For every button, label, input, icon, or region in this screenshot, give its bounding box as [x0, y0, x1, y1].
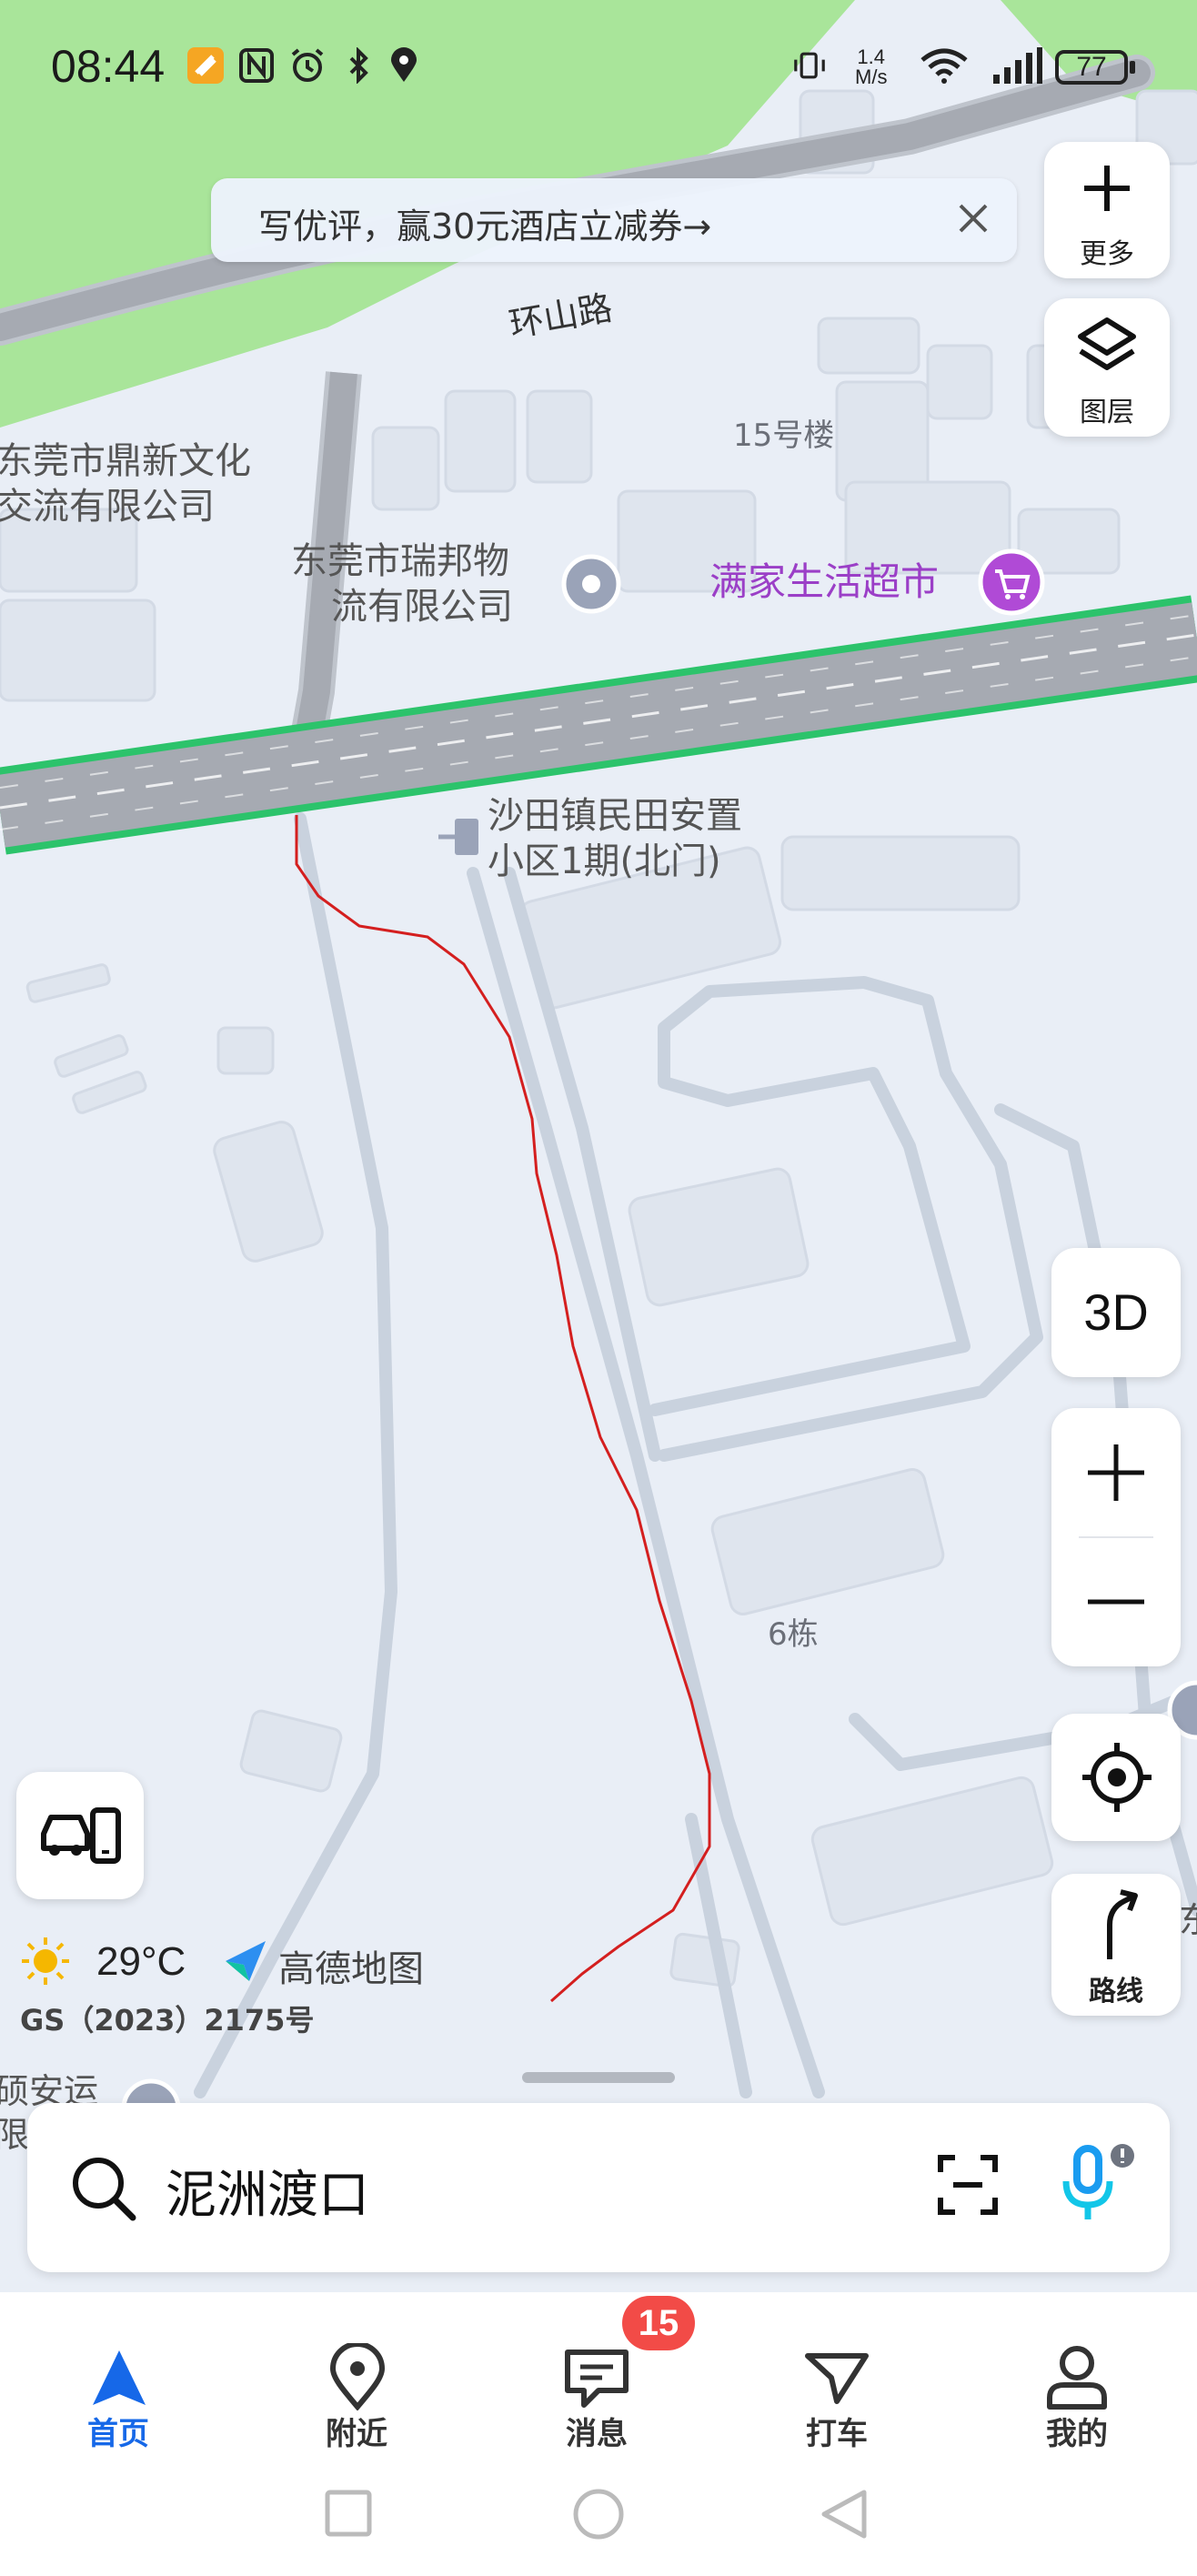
poi-label-shatian-line1: 沙田镇民田安置	[488, 795, 742, 837]
building	[371, 426, 440, 511]
scan-icon[interactable]	[931, 2148, 1004, 2221]
close-icon[interactable]	[946, 191, 1001, 246]
profile-icon	[1047, 2346, 1107, 2410]
messages-badge: 15	[622, 2296, 695, 2350]
route-button[interactable]: 路线	[1051, 1874, 1181, 2016]
brand-logo: 高德地图	[226, 1939, 424, 1992]
nav-home[interactable]: 首页	[27, 2319, 209, 2456]
route-label: 路线	[1089, 1976, 1143, 2007]
amap-logo-icon	[226, 1941, 266, 1981]
promo-banner[interactable]: 写优评，赢30元酒店立减券→	[211, 178, 1017, 262]
car-phone-icon	[41, 1807, 121, 1864]
network-speed-value: 1.4	[857, 45, 886, 68]
zoom-control	[1051, 1408, 1181, 1666]
voice-mic-icon[interactable]	[1053, 2138, 1144, 2229]
temperature: 29°C	[96, 1939, 186, 1984]
building	[216, 1026, 275, 1075]
nav-profile-label: 我的	[1046, 2416, 1108, 2452]
home-system-button[interactable]	[571, 2489, 626, 2543]
poi-label-shatian-line2: 小区1期(北门)	[488, 840, 721, 882]
more-label: 更多	[1080, 238, 1134, 270]
building	[780, 835, 1021, 911]
nav-profile[interactable]: 我的	[986, 2319, 1168, 2456]
battery-indicator: 77	[1055, 50, 1135, 85]
locate-me-button[interactable]	[1051, 1714, 1181, 1841]
nav-taxi[interactable]: 打车	[746, 2319, 928, 2456]
nav-nearby[interactable]: 附近	[266, 2319, 448, 2456]
wifi-icon	[920, 48, 968, 84]
layers-label: 图层	[1080, 397, 1134, 428]
company-poi-icon[interactable]	[561, 554, 621, 614]
back-system-button[interactable]	[819, 2489, 870, 2543]
building	[444, 389, 517, 493]
recent-apps-button[interactable]	[324, 2489, 373, 2538]
search-bar[interactable]: 泥洲渡口	[27, 2103, 1170, 2272]
poi-label-ruibang-line2: 流有限公司	[331, 586, 513, 628]
nav-messages-label: 消息	[566, 2416, 628, 2452]
zoom-out-icon	[1088, 1599, 1144, 1605]
network-speed-unit: M/s	[855, 65, 888, 88]
promo-banner-text[interactable]: 写优评，赢30元酒店立减券→	[258, 198, 711, 248]
building-label-6: 6栋	[768, 1616, 819, 1653]
nav-nearby-label: 附近	[326, 2416, 387, 2452]
sheet-drag-handle[interactable]	[522, 2072, 675, 2083]
supermarket-poi-icon[interactable]	[978, 548, 1045, 616]
poi-label-ruibang-line1: 东莞市瑞邦物	[291, 540, 509, 582]
poi-label-dingxin-line1: 东莞市鼎新文化	[0, 440, 251, 482]
route-arrow-icon	[1107, 1889, 1138, 1959]
building	[817, 317, 920, 375]
message-icon	[565, 2350, 629, 2408]
layers-button[interactable]: 图层	[1044, 298, 1170, 437]
alarm-icon	[291, 48, 324, 82]
nfc-icon	[239, 48, 274, 83]
crosshair-locate-icon	[1082, 1743, 1152, 1812]
3d-mode-button[interactable]: 3D	[1051, 1248, 1181, 1377]
car-phone-connect-button[interactable]	[16, 1772, 144, 1899]
building	[0, 599, 156, 702]
vibrate-icon	[794, 52, 825, 79]
sun-icon	[22, 1937, 69, 1985]
navigation-arrow-icon	[93, 2350, 146, 2405]
building	[926, 344, 993, 420]
zoom-out-button[interactable]	[1051, 1537, 1181, 1666]
building-label-15: 15号楼	[733, 418, 834, 454]
zoom-in-icon	[1088, 1444, 1144, 1501]
more-button[interactable]: 更多	[1044, 142, 1170, 278]
3d-label: 3D	[1083, 1283, 1149, 1341]
nav-home-label: 首页	[87, 2416, 149, 2452]
plus-icon	[1084, 166, 1130, 211]
status-time: 08:44	[51, 41, 166, 92]
search-input[interactable]: 泥洲渡口	[166, 2154, 369, 2228]
network-speed: 1.4 M/s	[855, 47, 887, 87]
bluetooth-icon	[349, 47, 368, 84]
app-notification-icon	[187, 47, 224, 84]
brand-name: 高德地图	[278, 1948, 424, 1990]
location-pin-icon	[329, 2343, 386, 2410]
nav-taxi-label: 打车	[806, 2416, 868, 2452]
taxi-icon	[805, 2353, 869, 2404]
location-status-icon	[391, 47, 417, 82]
signal-icon	[993, 47, 1042, 84]
layers-icon	[1078, 317, 1136, 370]
search-icon	[73, 2158, 136, 2221]
poi-label-manjia: 满家生活超市	[709, 559, 939, 604]
status-bar: 08:44 1.4 M/s 77	[0, 0, 1197, 136]
building	[526, 389, 593, 484]
map-license: GS（2023）2175号	[20, 2003, 315, 2038]
zoom-in-button[interactable]	[1051, 1408, 1181, 1537]
poi-label-dingxin-line2: 交流有限公司	[0, 486, 215, 528]
poi-label-edge-right: 东	[1179, 1900, 1197, 1940]
